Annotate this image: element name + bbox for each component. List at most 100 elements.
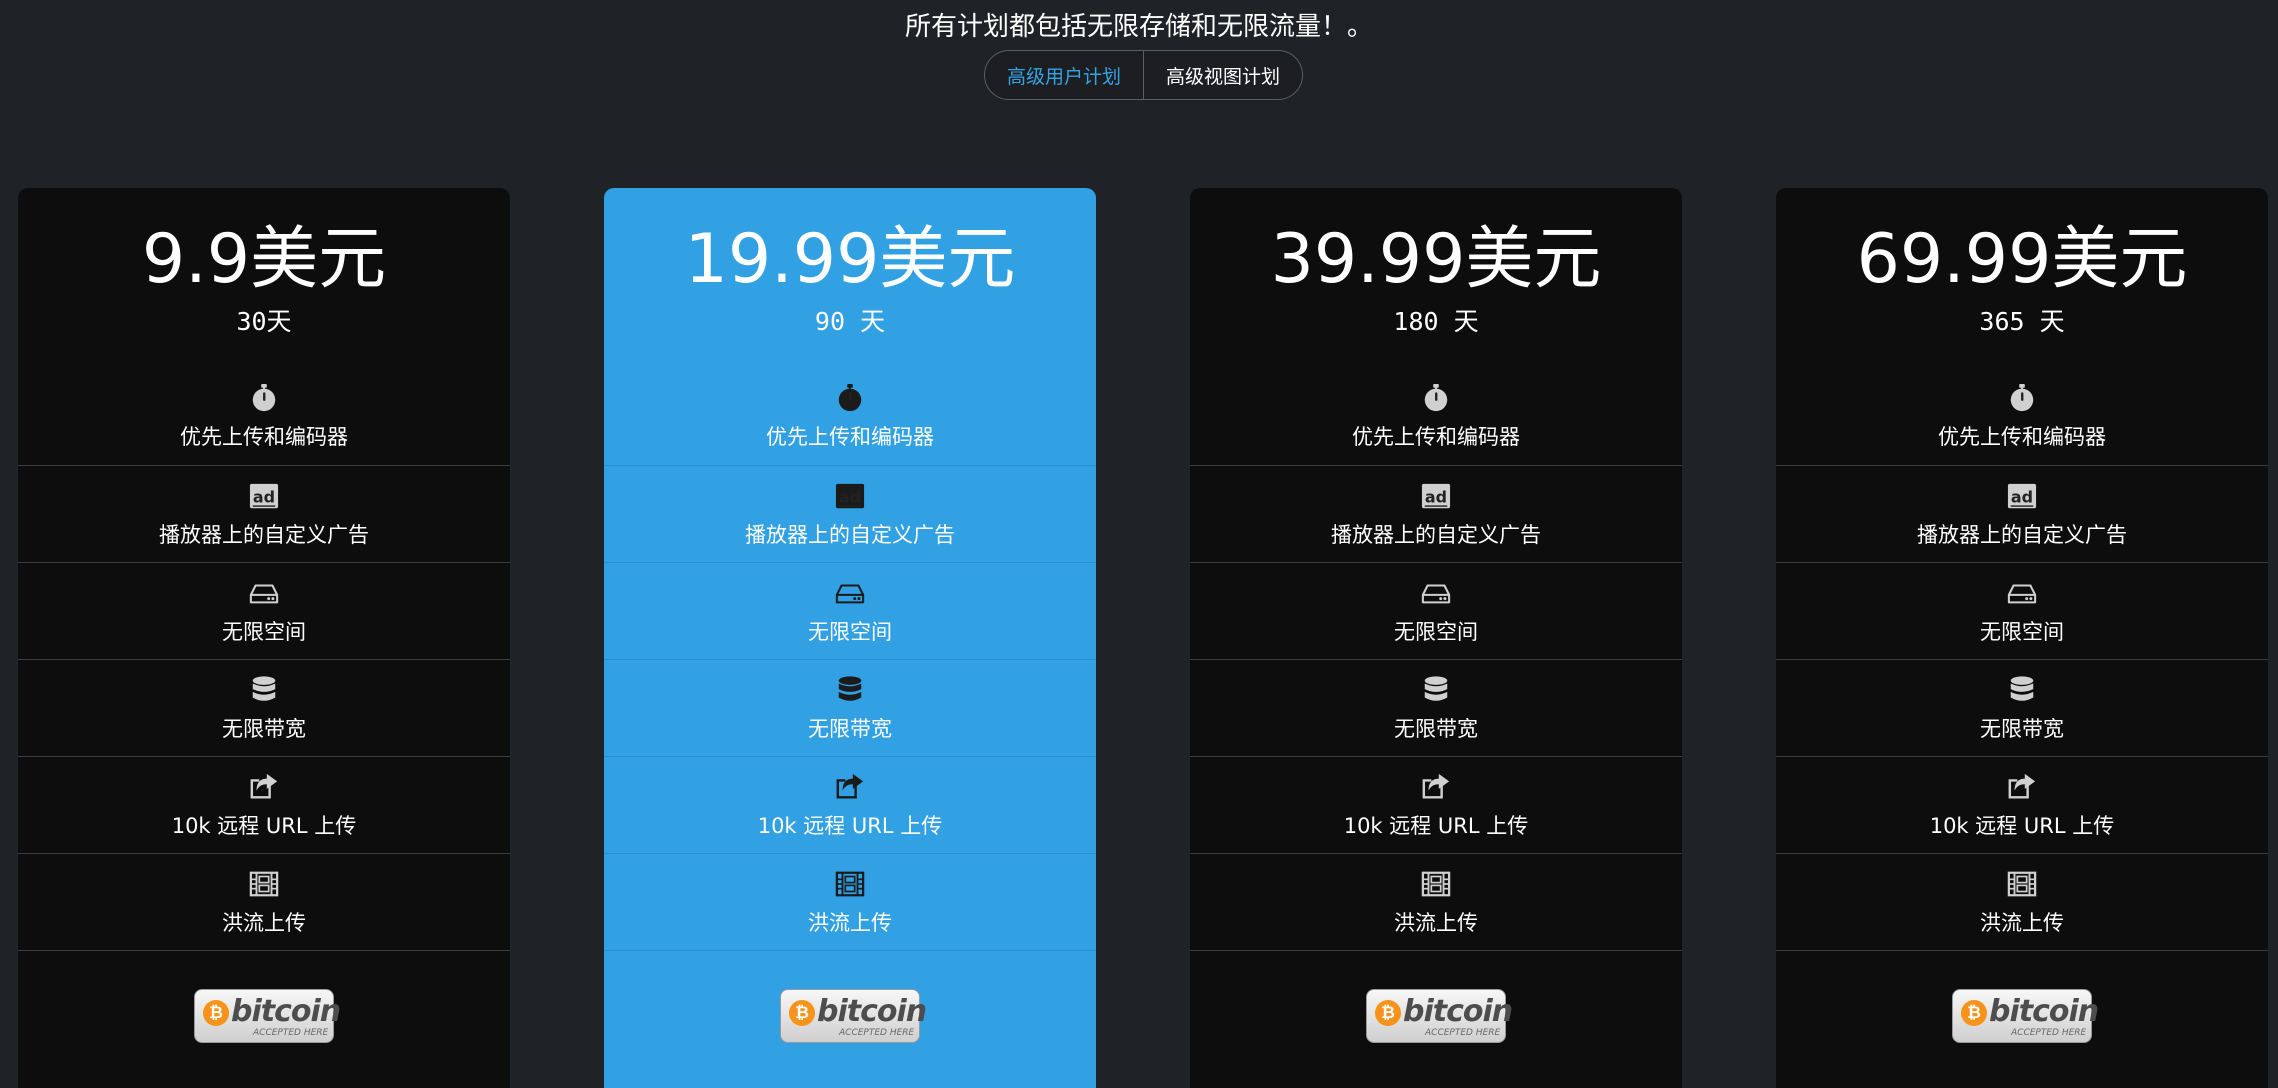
feature-label: 无限空间 [222, 620, 306, 644]
bitcoin-icon: ₿ [1961, 1000, 1987, 1026]
feature-list: 优先上传和编码器 ad 播放器上的自定义广告 无限空间 无限带宽 10k 远程 … [1776, 380, 2268, 951]
feature-item: 无限带宽 [18, 660, 510, 757]
feature-label: 洪流上传 [1980, 911, 2064, 935]
plan-type-toggle[interactable]: 高级用户计划 高级视图计划 [984, 50, 1303, 100]
ad-icon: ad [2005, 479, 2039, 513]
svg-text:ad: ad [2011, 488, 2033, 507]
feature-item: 无限带宽 [1190, 660, 1682, 757]
plan-duration: 90 天 [814, 307, 886, 336]
feature-item: 无限空间 [1776, 563, 2268, 660]
feature-label: 无限带宽 [808, 717, 892, 741]
share-icon [247, 770, 281, 804]
ad-icon: ad [247, 479, 281, 513]
bitcoin-badge[interactable]: ₿ bitcoin ACCEPTED HERE [194, 989, 341, 1043]
feature-list: 优先上传和编码器 ad 播放器上的自定义广告 无限空间 无限带宽 10k 远程 … [604, 380, 1096, 951]
share-icon [2005, 770, 2039, 804]
database-icon [247, 673, 281, 707]
feature-label: 无限带宽 [222, 717, 306, 741]
feature-item: ad 播放器上的自定义广告 [1776, 466, 2268, 563]
feature-item: 无限空间 [1190, 563, 1682, 660]
hard-drive-icon [247, 576, 281, 610]
feature-label: 播放器上的自定义广告 [1331, 523, 1541, 547]
feature-label: 无限带宽 [1980, 717, 2064, 741]
bitcoin-badge[interactable]: ₿ bitcoin ACCEPTED HERE [1366, 989, 1513, 1043]
hard-drive-icon [833, 576, 867, 610]
feature-label: 无限带宽 [1394, 717, 1478, 741]
film-icon [833, 867, 867, 901]
plan-price: 69.99美元 [1856, 220, 2188, 299]
plan-price: 19.99美元 [684, 220, 1016, 299]
bitcoin-sub: ACCEPTED HERE [2011, 1028, 2087, 1038]
feature-label: 10k 远程 URL 上传 [757, 814, 943, 838]
stopwatch-icon [1419, 381, 1453, 415]
feature-label: 洪流上传 [222, 911, 306, 935]
feature-label: 优先上传和编码器 [180, 425, 348, 449]
feature-label: 10k 远程 URL 上传 [1929, 814, 2115, 838]
feature-item: ad 播放器上的自定义广告 [18, 466, 510, 563]
stopwatch-icon [833, 381, 867, 415]
page-headline: 所有计划都包括无限存储和无限流量！。 [904, 12, 1373, 42]
bitcoin-icon: ₿ [203, 1000, 229, 1026]
plan-card[interactable]: 39.99美元 180 天 优先上传和编码器 ad 播放器上的自定义广告 无限空间… [1190, 188, 1682, 1088]
tab-premium-user-plan[interactable]: 高级用户计划 [985, 51, 1144, 99]
feature-label: 无限空间 [1980, 620, 2064, 644]
database-icon [2005, 673, 2039, 707]
database-icon [833, 673, 867, 707]
film-icon [2005, 867, 2039, 901]
bitcoin-word: bitcoin [1989, 994, 2099, 1029]
plan-duration: 365 天 [1979, 307, 2065, 336]
bitcoin-icon: ₿ [789, 1000, 815, 1026]
feature-item: 无限空间 [604, 563, 1096, 660]
feature-label: 洪流上传 [1394, 911, 1478, 935]
film-icon [1419, 867, 1453, 901]
plan-price: 9.9美元 [141, 220, 387, 299]
ad-icon: ad [833, 479, 867, 513]
feature-item: 10k 远程 URL 上传 [1190, 757, 1682, 854]
feature-label: 优先上传和编码器 [1938, 425, 2106, 449]
bitcoin-word: bitcoin [231, 994, 341, 1029]
plan-card[interactable]: 9.9美元 30天 优先上传和编码器 ad 播放器上的自定义广告 无限空间 无限带… [18, 188, 510, 1088]
feature-item: 优先上传和编码器 [1190, 380, 1682, 466]
bitcoin-word: bitcoin [817, 994, 927, 1029]
plan-duration: 30天 [236, 307, 292, 336]
database-icon [1419, 673, 1453, 707]
bitcoin-icon: ₿ [1375, 1000, 1401, 1026]
ad-icon: ad [1419, 479, 1453, 513]
feature-label: 10k 远程 URL 上传 [1343, 814, 1529, 838]
feature-label: 优先上传和编码器 [1352, 425, 1520, 449]
feature-list: 优先上传和编码器 ad 播放器上的自定义广告 无限空间 无限带宽 10k 远程 … [18, 380, 510, 951]
hard-drive-icon [2005, 576, 2039, 610]
plan-card-featured[interactable]: 19.99美元 90 天 优先上传和编码器 ad 播放器上的自定义广告 无限空间 … [604, 188, 1096, 1088]
feature-item: 洪流上传 [604, 854, 1096, 951]
bitcoin-word: bitcoin [1403, 994, 1513, 1029]
feature-label: 无限空间 [808, 620, 892, 644]
feature-label: 优先上传和编码器 [766, 425, 934, 449]
stopwatch-icon [2005, 381, 2039, 415]
feature-item: 10k 远程 URL 上传 [604, 757, 1096, 854]
share-icon [1419, 770, 1453, 804]
bitcoin-badge[interactable]: ₿ bitcoin ACCEPTED HERE [780, 989, 927, 1043]
hard-drive-icon [1419, 576, 1453, 610]
feature-item: ad 播放器上的自定义广告 [1190, 466, 1682, 563]
feature-item: 10k 远程 URL 上传 [1776, 757, 2268, 854]
feature-label: 无限空间 [1394, 620, 1478, 644]
plan-card[interactable]: 69.99美元 365 天 优先上传和编码器 ad 播放器上的自定义广告 无限空间… [1776, 188, 2268, 1088]
plan-duration: 180 天 [1393, 307, 1479, 336]
feature-item: 无限空间 [18, 563, 510, 660]
feature-item: ad 播放器上的自定义广告 [604, 466, 1096, 563]
svg-text:ad: ad [839, 488, 861, 507]
feature-item: 优先上传和编码器 [1776, 380, 2268, 466]
svg-text:ad: ad [1425, 488, 1447, 507]
feature-item: 洪流上传 [1776, 854, 2268, 951]
feature-label: 播放器上的自定义广告 [1917, 523, 2127, 547]
film-icon [247, 867, 281, 901]
stopwatch-icon [247, 381, 281, 415]
share-icon [833, 770, 867, 804]
feature-item: 优先上传和编码器 [604, 380, 1096, 466]
bitcoin-sub: ACCEPTED HERE [1425, 1028, 1501, 1038]
tab-premium-view-plan[interactable]: 高级视图计划 [1144, 51, 1302, 99]
feature-item: 无限带宽 [604, 660, 1096, 757]
feature-label: 播放器上的自定义广告 [159, 523, 369, 547]
feature-label: 播放器上的自定义广告 [745, 523, 955, 547]
bitcoin-badge[interactable]: ₿ bitcoin ACCEPTED HERE [1952, 989, 2099, 1043]
